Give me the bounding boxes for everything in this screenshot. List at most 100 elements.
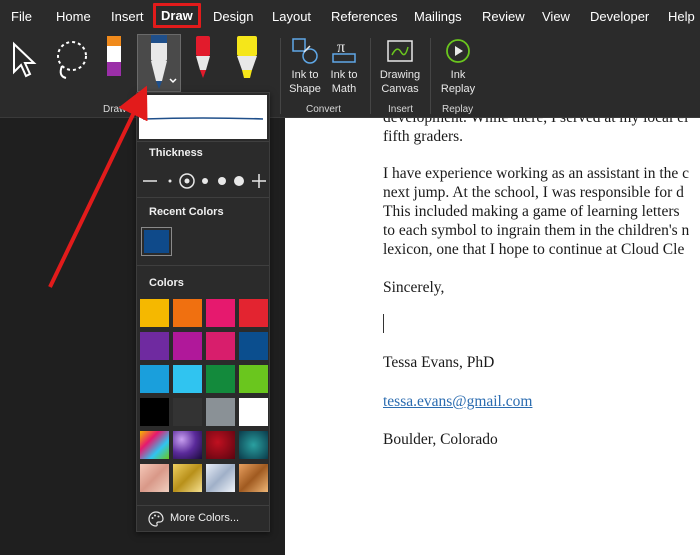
group-label-draw: Draw <box>103 104 127 115</box>
ribbon-separator <box>370 38 371 114</box>
menu-developer[interactable]: Developer <box>590 9 649 24</box>
texture-swatch-galaxy[interactable] <box>173 431 202 459</box>
color-swatch[interactable] <box>239 365 268 393</box>
ink-replay-icon <box>446 39 470 63</box>
doc-line-sincerely: Sincerely, <box>383 279 445 296</box>
color-swatch[interactable] <box>173 398 202 426</box>
menu-mailings[interactable]: Mailings <box>414 9 462 24</box>
ribbon-separator <box>280 38 281 114</box>
cursor-arrow-icon <box>13 41 37 78</box>
texture-swatch-silver[interactable] <box>206 464 235 492</box>
ink-to-math-label-2: Math <box>331 83 357 95</box>
menu-bar: File Home Insert Draw Design Layout Refe… <box>0 0 700 32</box>
lasso-tool-button[interactable] <box>50 38 94 82</box>
texture-swatch-gold[interactable] <box>173 464 202 492</box>
doc-line: to each symbol to ingrain them in the ch… <box>383 222 690 239</box>
email-link[interactable]: tessa.evans@gmail.com <box>383 393 532 411</box>
ink-to-shape-button[interactable]: Ink to Shape <box>286 36 324 96</box>
texture-swatch-ruby[interactable] <box>206 431 235 459</box>
drawing-canvas-button[interactable]: Drawing Canvas <box>376 36 424 96</box>
stroke-preview <box>139 95 267 139</box>
color-swatch[interactable] <box>239 398 268 426</box>
doc-line: lexicon, one that I hope to continue at … <box>383 241 685 258</box>
drawing-canvas-label-1: Drawing <box>379 69 421 81</box>
drawing-canvas-icon <box>387 40 413 62</box>
purple-pen-icon <box>107 36 121 76</box>
menu-home[interactable]: Home <box>56 9 91 24</box>
doc-line: development. While there, I served at my… <box>383 118 688 127</box>
ink-to-math-icon: π <box>332 39 356 63</box>
doc-line: fifth graders. <box>383 128 464 145</box>
ink-replay-button[interactable]: Ink Replay <box>436 36 480 96</box>
blue-pen-icon <box>151 35 177 89</box>
color-swatch[interactable] <box>206 365 235 393</box>
color-swatch[interactable] <box>173 365 202 393</box>
texture-swatch-rainbow[interactable] <box>140 431 169 459</box>
texture-swatch-bronze[interactable] <box>239 464 268 492</box>
menu-layout[interactable]: Layout <box>272 9 311 24</box>
color-swatch[interactable] <box>140 398 169 426</box>
yellow-highlighter-icon <box>237 36 257 78</box>
doc-line: next jump. At the school, I was responsi… <box>383 184 684 201</box>
red-pen-button[interactable] <box>190 36 216 80</box>
color-swatch[interactable] <box>173 332 202 360</box>
texture-swatch-ocean[interactable] <box>239 431 268 459</box>
colors-label: Colors <box>149 277 184 289</box>
menu-insert[interactable]: Insert <box>111 9 144 24</box>
ink-replay-label-1: Ink <box>450 69 466 81</box>
color-swatch[interactable] <box>239 299 268 327</box>
ink-to-shape-label-2: Shape <box>289 83 321 95</box>
ink-to-math-button[interactable]: π Ink to Math <box>326 36 362 96</box>
document-page[interactable]: development. While there, I served at my… <box>285 118 700 555</box>
color-swatch[interactable] <box>140 332 169 360</box>
purple-pen-button[interactable] <box>102 36 126 80</box>
ribbon-separator <box>430 38 431 114</box>
panel-divider <box>137 197 269 198</box>
doc-line-location: Boulder, Colorado <box>383 431 498 448</box>
color-swatch[interactable] <box>140 365 169 393</box>
yellow-highlighter-button[interactable] <box>230 36 264 80</box>
color-swatch[interactable] <box>206 398 235 426</box>
thickness-label: Thickness <box>149 147 203 159</box>
text-caret <box>383 314 384 333</box>
color-swatch[interactable] <box>206 332 235 360</box>
menu-review[interactable]: Review <box>482 9 525 24</box>
color-swatch[interactable] <box>239 332 268 360</box>
lasso-icon <box>57 41 87 79</box>
recent-color-swatch[interactable] <box>141 227 172 256</box>
menu-help[interactable]: Help <box>668 9 695 24</box>
blue-pen-button[interactable] <box>137 34 181 92</box>
thickness-selector[interactable] <box>139 169 269 193</box>
ink-to-shape-label-1: Ink to <box>291 69 319 81</box>
stroke-preview-line <box>142 117 264 120</box>
group-label-convert: Convert <box>306 104 342 115</box>
menu-design[interactable]: Design <box>213 9 253 24</box>
panel-divider <box>137 141 269 142</box>
ink-to-shape-icon <box>292 38 318 64</box>
red-pen-icon <box>196 36 210 78</box>
group-label-replay: Replay <box>442 104 474 115</box>
select-tool-button[interactable] <box>8 40 40 80</box>
menu-references[interactable]: References <box>331 9 397 24</box>
pen-options-panel: Thickness Recent Colors Colors More Colo… <box>136 92 270 532</box>
doc-line: I have experience working as an assistan… <box>383 165 690 182</box>
texture-swatch-rose-gold[interactable] <box>140 464 169 492</box>
menu-view[interactable]: View <box>542 9 570 24</box>
color-swatch[interactable] <box>173 299 202 327</box>
more-colors-button[interactable]: More Colors... <box>137 505 269 531</box>
recent-colors-label: Recent Colors <box>149 206 224 218</box>
group-label-insert: Insert <box>388 104 414 115</box>
color-swatch[interactable] <box>206 299 235 327</box>
more-colors-label: More Colors... <box>170 512 240 524</box>
doc-line-signature: Tessa Evans, PhD <box>383 354 495 371</box>
panel-divider <box>137 265 269 266</box>
drawing-canvas-label-2: Canvas <box>381 83 419 95</box>
thickness-options <box>143 173 266 189</box>
menu-file[interactable]: File <box>11 9 32 24</box>
recent-color-fill <box>144 230 169 253</box>
menu-draw[interactable]: Draw <box>153 3 201 28</box>
doc-line: This included making a game of learning … <box>383 203 680 220</box>
word-window: File Home Insert Draw Design Layout Refe… <box>0 0 700 555</box>
color-swatch[interactable] <box>140 299 169 327</box>
palette-icon <box>148 511 164 527</box>
